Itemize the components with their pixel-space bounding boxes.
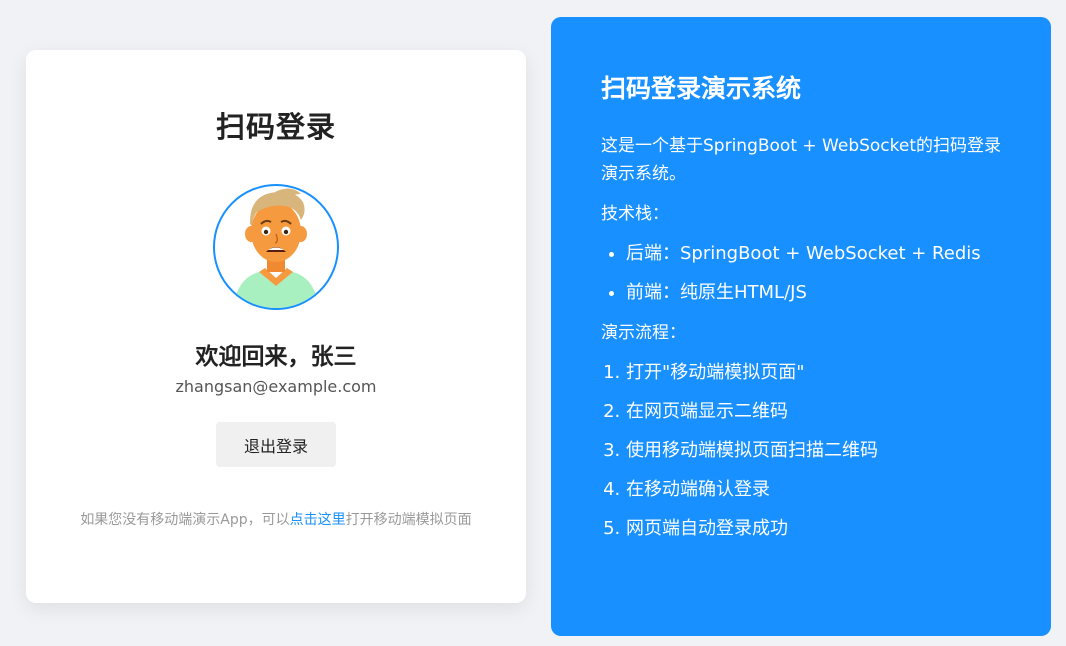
flow-step: 网页端自动登录成功: [626, 515, 1001, 543]
mobile-hint: 如果您没有移动端演示App，可以点击这里打开移动端模拟页面: [76, 508, 476, 532]
avatar-illustration-icon: [233, 188, 319, 308]
flow-list: 打开"移动端模拟页面" 在网页端显示二维码 使用移动端模拟页面扫描二维码 在移动…: [601, 359, 1001, 543]
avatar: [213, 184, 339, 310]
welcome-text: 欢迎回来，张三: [195, 344, 357, 370]
flow-label: 演示流程：: [601, 323, 686, 343]
user-email: zhangsan@example.com: [175, 377, 377, 396]
stack-item-backend: 后端：SpringBoot + WebSocket + Redis: [626, 240, 1001, 268]
hint-suffix: 打开移动端模拟页面: [345, 512, 472, 528]
info-panel: 扫码登录演示系统 这是一个基于SpringBoot + WebSocket的扫码…: [551, 17, 1051, 636]
info-title: 扫码登录演示系统: [601, 74, 802, 103]
info-description: 这是一个基于SpringBoot + WebSocket的扫码登录演示系统。: [601, 136, 1002, 184]
open-mobile-page-link[interactable]: 点击这里: [290, 512, 346, 528]
flow-step: 在网页端显示二维码: [626, 398, 1001, 426]
hint-prefix: 如果您没有移动端演示App，可以: [80, 512, 290, 528]
login-card: 扫码登录 欢迎回来，张三 zhangsan@example.com 退出登录 如…: [26, 50, 526, 603]
flow-step: 打开"移动端模拟页面": [626, 359, 1001, 387]
flow-step: 使用移动端模拟页面扫描二维码: [626, 437, 1001, 465]
stack-label: 技术栈：: [601, 204, 669, 224]
stack-list: 后端：SpringBoot + WebSocket + Redis 前端：纯原生…: [601, 240, 1001, 307]
flow-step: 在移动端确认登录: [626, 476, 1001, 504]
login-title: 扫码登录: [215, 110, 336, 144]
logout-button[interactable]: 退出登录: [216, 422, 336, 467]
stack-item-frontend: 前端：纯原生HTML/JS: [626, 279, 1001, 307]
